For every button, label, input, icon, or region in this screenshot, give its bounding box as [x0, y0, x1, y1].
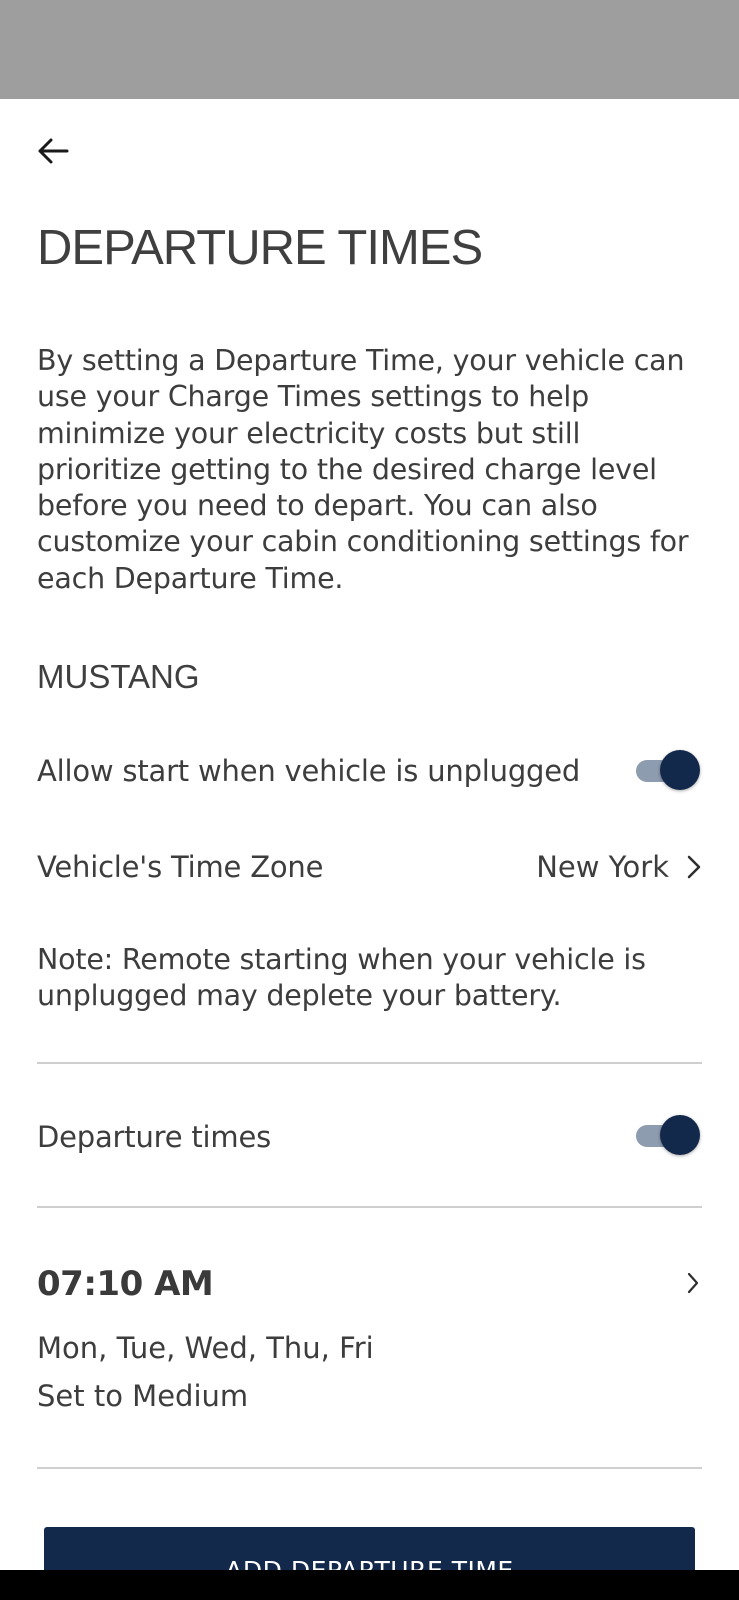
- allow-unplugged-toggle[interactable]: [636, 750, 700, 790]
- toggle-knob: [660, 1115, 700, 1155]
- time-zone-value: New York: [536, 850, 669, 884]
- departure-level: Set to Medium: [37, 1379, 249, 1413]
- description-text: By setting a Departure Time, your vehicl…: [37, 344, 689, 595]
- page-title: DEPARTURE TIMES: [37, 221, 483, 275]
- time-zone-label: Vehicle's Time Zone: [37, 850, 324, 884]
- chevron-right-icon: [683, 1270, 703, 1296]
- status-bar: [0, 0, 739, 99]
- divider: [37, 1206, 702, 1208]
- departure-time-value: 07:10 AM: [37, 1264, 214, 1304]
- allow-unplugged-label: Allow start when vehicle is unplugged: [37, 754, 581, 788]
- departure-times-toggle[interactable]: [636, 1115, 700, 1155]
- departure-times-label: Departure times: [37, 1120, 271, 1154]
- departure-time-item[interactable]: 07:10 AM Mon, Tue, Wed, Thu, Fri Set to …: [37, 1262, 705, 1413]
- divider: [37, 1467, 702, 1469]
- back-button[interactable]: [30, 128, 76, 174]
- unplugged-note: Note: Remote starting when your vehicle …: [37, 943, 646, 1012]
- divider: [37, 1062, 702, 1064]
- chevron-right-icon: [683, 853, 705, 881]
- navigation-bar: [0, 1570, 739, 1600]
- vehicle-name: MUSTANG: [37, 658, 200, 695]
- toggle-knob: [660, 750, 700, 790]
- arrow-left-icon: [38, 138, 69, 164]
- time-zone-row[interactable]: Vehicle's Time Zone New York: [37, 845, 705, 889]
- departure-days: Mon, Tue, Wed, Thu, Fri: [37, 1331, 374, 1365]
